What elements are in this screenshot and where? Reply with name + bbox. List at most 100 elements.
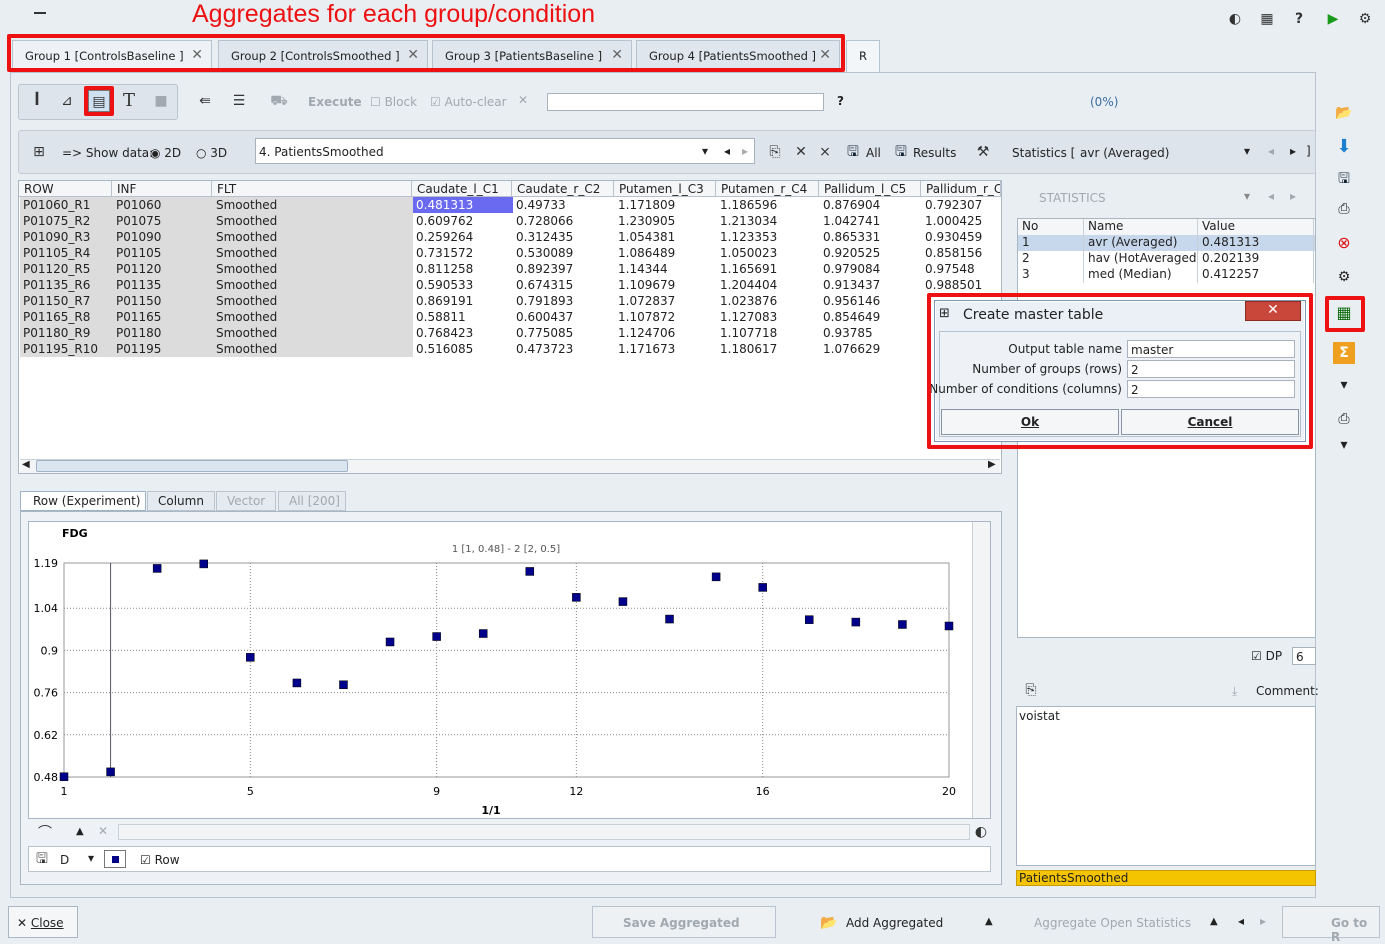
table-row[interactable]: P01090_R3 P01090 Smoothed 0.259264 0.312435 1… (20, 229, 1002, 245)
table-cell[interactable]: 0.920525 (820, 245, 922, 261)
table-cell[interactable]: 1.171809 (615, 197, 717, 213)
table-cell[interactable]: 1.107872 (615, 309, 717, 325)
table-row[interactable]: P01060_R1 P01060 Smoothed 0.481313 0.49733 1.… (20, 197, 1002, 213)
table-cell[interactable]: P01075_R2 (20, 213, 113, 229)
table-cell[interactable]: 0.674315 (513, 277, 615, 293)
table-cell[interactable]: P01075 (113, 213, 213, 229)
add-aggregated-button[interactable]: Add Aggregated (846, 916, 943, 930)
table-row[interactable]: P01120_R5 P01120 Smoothed 0.811258 0.892397 1… (20, 261, 1002, 277)
series-dropdown-icon[interactable]: ▾ (88, 851, 94, 865)
stat-end-icon[interactable]: ] (1306, 144, 1311, 158)
copy-comment-icon[interactable]: ⎘ (1020, 679, 1042, 701)
table-cell[interactable]: 0.312435 (513, 229, 615, 245)
table-cell[interactable]: 0.876904 (820, 197, 922, 213)
table-cell[interactable]: 0.530089 (513, 245, 615, 261)
save-icon[interactable]: 🖫 (842, 141, 864, 163)
col-header[interactable]: Putamen_l_C3 (614, 181, 716, 197)
table-cell[interactable]: 1.086489 (615, 245, 717, 261)
table-cell[interactable]: 0.728066 (513, 213, 615, 229)
table-cell[interactable]: 1.123353 (717, 229, 820, 245)
col-header[interactable]: ROW (19, 181, 112, 197)
stats-row[interactable]: 1 avr (Averaged) 0.481313 (1018, 235, 1315, 251)
stats-row[interactable]: 3 med (Median) 0.412257 (1018, 267, 1315, 283)
table-cell[interactable]: Smoothed (213, 197, 413, 213)
table-cell[interactable]: P01090 (113, 229, 213, 245)
table-cell[interactable]: P01120_R5 (20, 261, 113, 277)
table-cell[interactable]: 1.127083 (717, 309, 820, 325)
table-cell[interactable]: P01180 (113, 325, 213, 341)
dp-checkbox[interactable]: ☑ DP (1251, 649, 1282, 663)
download-arrow-icon[interactable]: ⬇ (1333, 136, 1355, 158)
table-cell[interactable]: 0.913437 (820, 277, 922, 293)
execute-button[interactable]: Execute (308, 95, 362, 109)
go-to-r-button[interactable]: Go to R (1282, 906, 1380, 944)
import-icon[interactable]: ⇚ (194, 90, 216, 112)
run-icon[interactable]: ▶ (1322, 8, 1344, 30)
chart-remove-icon[interactable]: ✕ (98, 824, 108, 838)
chart-save-icon[interactable]: 🖫 (31, 848, 53, 870)
table-cell[interactable]: P01165_R8 (20, 309, 113, 325)
stats-header[interactable]: No Name Value (1018, 219, 1315, 235)
calculator-icon[interactable]: ▦ (1256, 8, 1278, 30)
window-icon[interactable]: ◐ (1224, 8, 1246, 30)
table-cell[interactable]: 1.180617 (717, 341, 820, 357)
table-cell[interactable]: 1.14344 (615, 261, 717, 277)
table-cell[interactable]: 0.481313 (413, 197, 513, 213)
table-row[interactable]: P01105_R4 P01105 Smoothed 0.731572 0.530089 1… (20, 245, 1002, 261)
stats-prev-icon[interactable]: ◂ (1268, 189, 1274, 203)
table-cell[interactable]: Smoothed (213, 245, 413, 261)
table-cell[interactable]: Smoothed (213, 325, 413, 341)
table-cell[interactable]: 0.858156 (922, 245, 1002, 261)
table-cell[interactable]: P01060_R1 (20, 197, 113, 213)
table-cell[interactable]: P01060 (113, 197, 213, 213)
refresh-icon[interactable]: ◐ (970, 821, 992, 843)
sum-icon[interactable]: Σ (1333, 342, 1355, 364)
col-header[interactable]: Caudate_l_C1 (412, 181, 512, 197)
radio-3d[interactable]: ○ 3D (196, 146, 227, 160)
subtab-row[interactable]: Row (Experiment) (20, 491, 146, 511)
subtab-vector[interactable]: Vector (216, 491, 276, 511)
table-cell[interactable]: P01180_R9 (20, 325, 113, 341)
table-cell[interactable]: P01135_R6 (20, 277, 113, 293)
help-button[interactable]: ? (837, 94, 844, 108)
table-cell[interactable]: 0.97548 (922, 261, 1002, 277)
table-cell[interactable]: 0.979084 (820, 261, 922, 277)
table-cell[interactable]: 0.988501 (922, 277, 1002, 293)
table-cell[interactable]: 1.107718 (717, 325, 820, 341)
square-icon[interactable]: ■ (150, 90, 172, 112)
table-cell[interactable]: 0.854649 (820, 309, 922, 325)
tab-r[interactable]: R (846, 40, 880, 72)
line-style-icon[interactable]: ⌒ (34, 822, 56, 844)
table-cell[interactable]: 1.230905 (615, 213, 717, 229)
prev-page-icon[interactable]: ◂ (1238, 914, 1244, 928)
stat-next-icon[interactable]: ▸ (1290, 144, 1296, 158)
table-cell[interactable]: 1.124706 (615, 325, 717, 341)
download-icon[interactable]: ⤓ (1232, 684, 1237, 699)
table-cell[interactable]: 0.865331 (820, 229, 922, 245)
table-cell[interactable]: 0.892397 (513, 261, 615, 277)
help-icon[interactable]: ? (1288, 8, 1310, 30)
table-cell[interactable]: 1.165691 (717, 261, 820, 277)
next-page-icon[interactable]: ▸ (1260, 914, 1266, 928)
statistics-select[interactable]: avr (Averaged) (1080, 146, 1169, 160)
table-cell[interactable]: Smoothed (213, 229, 413, 245)
table-cell[interactable]: P01135 (113, 277, 213, 293)
dp-input[interactable]: 6 (1292, 647, 1316, 665)
save-disk-icon[interactable]: 🖫 (1333, 168, 1355, 190)
table-row[interactable]: P01165_R8 P01165 Smoothed 0.58811 0.600437 1.… (20, 309, 1002, 325)
aggregate-open-button[interactable]: Aggregate Open Statistics (1034, 916, 1191, 930)
remove-all-icon[interactable]: ⨯ (814, 141, 836, 163)
next-icon[interactable]: ▸ (742, 144, 748, 158)
all-button[interactable]: All (866, 146, 881, 160)
stats-next-icon[interactable]: ▸ (1290, 189, 1296, 203)
table-cell[interactable]: Smoothed (213, 213, 413, 229)
table-cell[interactable]: Smoothed (213, 261, 413, 277)
printer-icon[interactable]: ⎙ (1333, 408, 1355, 430)
table-cell[interactable]: 0.930459 (922, 229, 1002, 245)
marker-select[interactable] (104, 850, 126, 868)
delete-icon[interactable]: ⊗ (1333, 232, 1355, 254)
table-cell[interactable]: P01090_R3 (20, 229, 113, 245)
table-cell[interactable]: P01105 (113, 245, 213, 261)
table-cell[interactable]: P01120 (113, 261, 213, 277)
expand-icon[interactable]: ▲ (1210, 916, 1218, 927)
